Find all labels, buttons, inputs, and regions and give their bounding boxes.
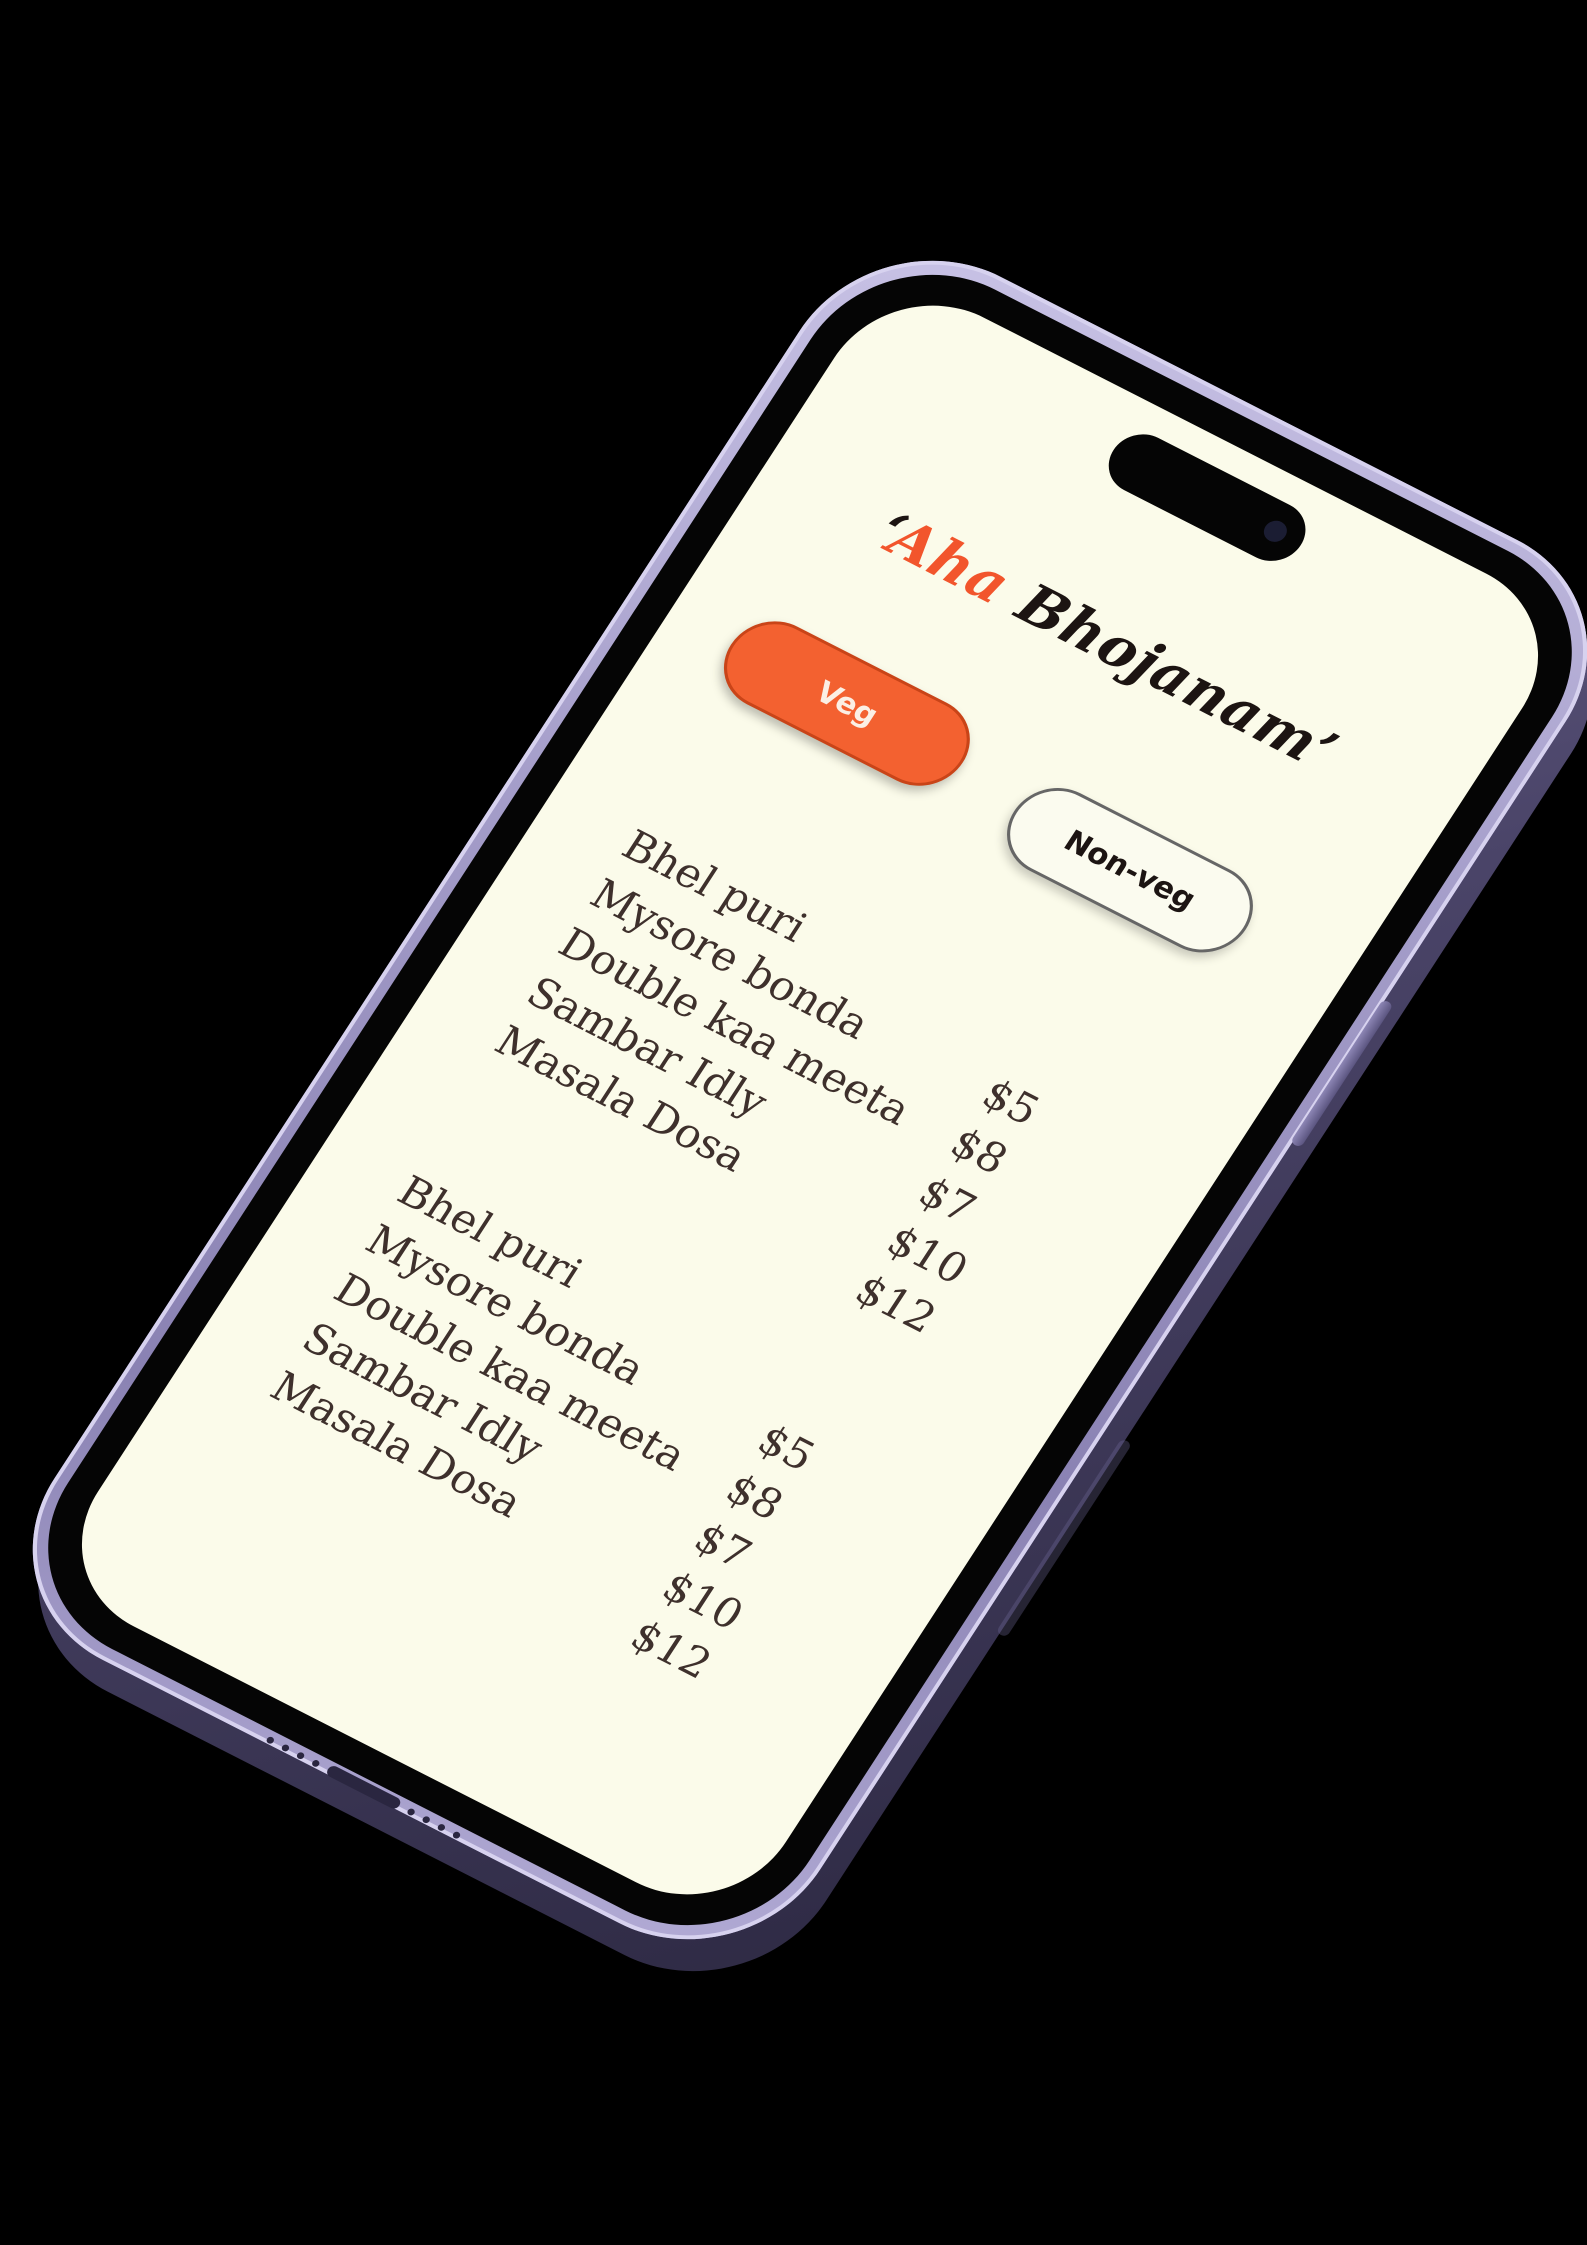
title-rest: Bhojanam (986, 561, 1332, 775)
speaker-hole-icon (265, 1735, 276, 1745)
camera-lens-icon (1259, 517, 1292, 546)
menu-item-names: Bhel puri Mysore bonda Double kaa meeta … (259, 1163, 761, 1582)
dynamic-island-icon (1096, 423, 1318, 572)
phone-device: ‘Aha Bhojanam’ Veg Non-veg Bhel puri Mys… (0, 213, 1587, 2019)
nonveg-button[interactable]: Non-veg (988, 772, 1272, 969)
speaker-hole-icon (280, 1743, 291, 1753)
speaker-hole-icon (421, 1814, 432, 1824)
menu-item-names: Bhel puri Mysore bonda Double kaa meeta … (484, 817, 986, 1236)
speaker-hole-icon (295, 1750, 306, 1760)
phone-bezel: ‘Aha Bhojanam’ Veg Non-veg Bhel puri Mys… (0, 231, 1587, 1969)
speaker-hole-icon (436, 1822, 447, 1832)
speaker-hole-icon (310, 1758, 322, 1768)
veg-button[interactable]: Veg (705, 605, 988, 802)
app-screen: ‘Aha Bhojanam’ Veg Non-veg Bhel puri Mys… (41, 270, 1579, 1930)
mockup-stage: ‘Aha Bhojanam’ Veg Non-veg Bhel puri Mys… (0, 0, 1587, 2245)
speaker-hole-icon (406, 1807, 417, 1817)
speaker-hole-icon (451, 1830, 462, 1840)
phone-frame: ‘Aha Bhojanam’ Veg Non-veg Bhel puri Mys… (0, 213, 1587, 1987)
